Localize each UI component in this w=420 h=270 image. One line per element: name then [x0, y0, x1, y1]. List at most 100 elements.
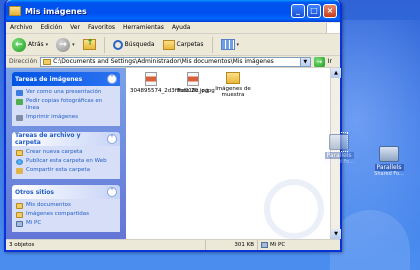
status-location: Mi PC — [258, 240, 288, 250]
task-pane: Tareas de imágenes ˄ Ver como una presen… — [6, 68, 126, 239]
pictures-watermark — [264, 179, 324, 239]
task-new-folder[interactable]: Crear nueva carpeta — [16, 149, 116, 156]
chevron-up-icon[interactable]: ˄ — [107, 134, 117, 144]
jpg-file-icon — [145, 72, 157, 86]
slideshow-icon — [16, 89, 23, 96]
shared-folder-icon — [329, 134, 349, 150]
task-label: Publicar esta carpeta en Web — [26, 158, 107, 164]
task-label: Ver como una presentación — [26, 89, 102, 95]
panel-picture-tasks: Tareas de imágenes ˄ Ver como una presen… — [12, 72, 120, 126]
close-button[interactable]: × — [323, 4, 337, 18]
folder-icon — [226, 72, 240, 84]
shared-folder-icon — [379, 146, 399, 162]
jpg-file-icon — [187, 72, 199, 86]
desktop-icon-dragging[interactable]: Parallels Shared Fo... — [318, 134, 360, 165]
place-label: Mis documentos — [26, 202, 71, 208]
chevron-down-icon[interactable]: ▾ — [72, 42, 75, 48]
chevron-down-icon[interactable]: ▾ — [237, 42, 240, 48]
forward-button[interactable]: → ▾ — [54, 37, 77, 53]
status-count: 3 objetos — [6, 240, 206, 250]
panel-body: Ver como una presentación Pedir copias f… — [12, 86, 120, 126]
panel-title: Otros sitios — [15, 188, 54, 196]
forward-arrow-icon: → — [56, 37, 71, 52]
task-order-prints[interactable]: Pedir copias fotográficas en línea — [16, 98, 116, 112]
panel-header[interactable]: Tareas de imágenes ˄ — [12, 72, 120, 86]
place-label: Imágenes compartidas — [26, 211, 89, 217]
views-button[interactable]: ▾ — [219, 38, 242, 51]
desktop-icon-parallels[interactable]: Parallels Shared Fo... — [368, 146, 410, 177]
maximize-button[interactable]: □ — [307, 4, 321, 18]
content-area: Tareas de imágenes ˄ Ver como una presen… — [6, 68, 341, 239]
back-label: Atrás — [28, 41, 44, 48]
panel-header[interactable]: Tareas de archivo y carpeta ˄ — [12, 132, 120, 146]
menu-ayuda[interactable]: Ayuda — [172, 24, 191, 31]
file-list: 304895574_2d3ffec018c_o.jpg Foto 20.jpg … — [126, 68, 330, 239]
scroll-up-icon[interactable]: ▲ — [331, 68, 341, 78]
my-computer-icon — [261, 242, 268, 248]
chevron-up-icon[interactable]: ˄ — [107, 187, 117, 197]
place-shared-pictures[interactable]: Imágenes compartidas — [16, 211, 116, 218]
panel-body: Mis documentos Imágenes compartidas Mi P… — [12, 199, 120, 232]
panel-file-folder-tasks: Tareas de archivo y carpeta ˄ Crear nuev… — [12, 132, 120, 179]
file-name: Imágenes de muestra — [215, 86, 251, 98]
place-my-documents[interactable]: Mis documentos — [16, 202, 116, 209]
toolbar-divider — [103, 36, 105, 53]
menu-bar: Archivo Edición Ver Favoritos Herramient… — [6, 22, 340, 34]
publish-web-icon — [16, 158, 23, 165]
task-label: Crear nueva carpeta — [26, 149, 83, 155]
explorer-window: Mis imágenes _ □ × Archivo Edición Ver F… — [4, 0, 342, 252]
up-folder-button[interactable] — [81, 38, 98, 51]
file-item[interactable]: 304895574_2d3ffec018c_o.jpg — [130, 72, 215, 94]
folders-label: Carpetas — [176, 41, 204, 48]
go-label[interactable]: Ir — [328, 58, 332, 65]
file-name: Foto 20.jpg — [177, 88, 209, 94]
menu-ver[interactable]: Ver — [70, 24, 80, 31]
task-share-folder[interactable]: Compartir esta carpeta — [16, 167, 116, 174]
shared-pictures-icon — [16, 211, 23, 218]
place-label: Mi PC — [26, 220, 42, 226]
folders-icon — [162, 39, 175, 50]
folders-button[interactable]: Carpetas — [161, 39, 206, 51]
task-label: Compartir esta carpeta — [26, 167, 90, 173]
address-input[interactable]: C:\Documents and Settings\Administrador\… — [40, 56, 311, 67]
scroll-down-icon[interactable]: ▼ — [331, 229, 341, 239]
menu-favoritos[interactable]: Favoritos — [88, 24, 115, 31]
folder-item[interactable]: Imágenes de muestra — [212, 72, 254, 98]
views-icon — [220, 39, 235, 50]
status-bar: 3 objetos 301 KB Mi PC — [6, 239, 340, 250]
print-icon — [16, 114, 23, 121]
file-item[interactable]: Foto 20.jpg — [172, 72, 214, 94]
folder-up-icon — [82, 38, 96, 50]
minimize-button[interactable]: _ — [291, 4, 305, 18]
go-button[interactable]: → — [313, 56, 325, 67]
menu-archivo[interactable]: Archivo — [10, 24, 32, 31]
menu-herramientas[interactable]: Herramientas — [123, 24, 164, 31]
desktop-icon-label: Parallels — [374, 164, 404, 171]
panel-header[interactable]: Otros sitios ˄ — [12, 185, 120, 199]
task-print-pictures[interactable]: Imprimir imágenes — [16, 114, 116, 121]
desktop-icon-label: Parallels — [324, 152, 354, 159]
task-publish-web[interactable]: Publicar esta carpeta en Web — [16, 158, 116, 165]
new-folder-icon — [16, 149, 23, 156]
task-slideshow[interactable]: Ver como una presentación — [16, 89, 116, 96]
panel-title: Tareas de imágenes — [15, 75, 83, 83]
menu-edicion[interactable]: Edición — [40, 24, 62, 31]
folder-icon — [9, 6, 21, 16]
panel-title: Tareas de archivo y carpeta — [15, 132, 81, 146]
back-arrow-icon: ← — [12, 37, 26, 52]
chevron-up-icon[interactable]: ˄ — [107, 74, 117, 84]
address-label: Dirección — [9, 58, 38, 65]
desktop-icon-sub: Shared Fo... — [374, 171, 404, 177]
task-label: Imprimir imágenes — [26, 114, 79, 120]
panel-other-places: Otros sitios ˄ Mis documentos Imágenes c… — [12, 185, 120, 232]
search-button[interactable]: Búsqueda — [111, 39, 157, 51]
title-bar[interactable]: Mis imágenes _ □ × — [6, 0, 340, 22]
chevron-down-icon[interactable]: ▼ — [299, 57, 310, 66]
panel-body: Crear nueva carpeta Publicar esta carpet… — [12, 146, 120, 179]
folder-icon — [43, 58, 52, 65]
chevron-down-icon[interactable]: ▾ — [46, 42, 49, 48]
search-label: Búsqueda — [124, 41, 155, 48]
place-my-computer[interactable]: Mi PC — [16, 220, 116, 227]
search-icon — [112, 39, 123, 50]
back-button[interactable]: ← Atrás ▾ — [10, 37, 50, 53]
